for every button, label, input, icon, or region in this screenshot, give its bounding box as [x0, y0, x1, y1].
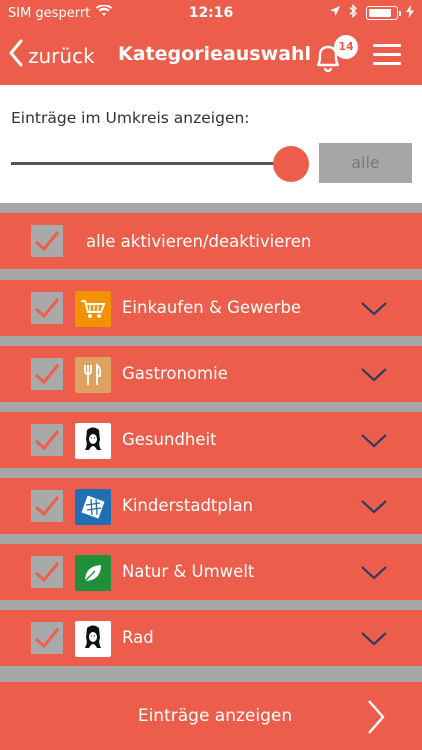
category-checkbox[interactable] [31, 292, 63, 324]
category-row[interactable]: Natur & Umwelt [0, 544, 422, 600]
category-row[interactable]: Gesundheit [0, 412, 422, 468]
chevron-down-icon[interactable] [360, 367, 388, 387]
chevron-down-icon[interactable] [360, 301, 388, 321]
checkmark-icon [35, 496, 60, 517]
city-map-icon [75, 489, 111, 525]
person-silhouette-icon [75, 621, 111, 657]
shopping-cart-icon [75, 291, 111, 327]
category-checkbox[interactable] [31, 424, 63, 456]
category-label: Einkaufen & Gewerbe [122, 298, 302, 317]
checkmark-icon [35, 430, 60, 451]
chevron-left-icon [8, 38, 24, 73]
hamburger-menu-icon[interactable] [373, 44, 401, 68]
notification-badge: 14 [334, 35, 358, 59]
show-entries-label: Einträge anzeigen [137, 706, 293, 726]
radius-label: Einträge im Umkreis anzeigen: [11, 109, 250, 127]
category-checkbox[interactable] [31, 358, 63, 390]
category-row[interactable]: Einkaufen & Gewerbe [0, 280, 422, 336]
person-silhouette-icon [75, 423, 111, 459]
category-checkbox[interactable] [31, 556, 63, 588]
checkmark-icon [35, 231, 60, 252]
battery-icon [366, 6, 401, 20]
radius-slider-track[interactable] [11, 162, 291, 165]
toggle-all-row[interactable]: alle aktivieren/deaktivieren [0, 213, 422, 269]
show-entries-button[interactable]: Einträge anzeigen [0, 682, 422, 750]
category-row[interactable]: Kinderstadtplan [0, 478, 422, 534]
checkmark-icon [35, 298, 60, 319]
category-checkbox[interactable] [31, 622, 63, 654]
category-label: Gastronomie [122, 364, 228, 383]
chevron-down-icon[interactable] [360, 631, 388, 651]
toggle-all-checkbox[interactable] [31, 225, 63, 257]
category-label: Natur & Umwelt [122, 562, 255, 581]
all-radius-button[interactable]: alle [319, 143, 412, 183]
back-button[interactable]: zurück [8, 38, 95, 73]
charging-bolt-icon [406, 4, 414, 22]
radius-slider-thumb[interactable] [273, 146, 309, 182]
location-arrow-icon [329, 5, 341, 21]
chevron-down-icon[interactable] [360, 499, 388, 519]
chevron-down-icon[interactable] [360, 565, 388, 585]
category-label: Rad [122, 628, 154, 647]
status-bar: SIM gesperrt 12:16 [0, 0, 422, 28]
category-row[interactable]: Rad [0, 610, 422, 666]
toggle-all-label: alle aktivieren/deaktivieren [86, 232, 312, 251]
category-label: Kinderstadtplan [122, 496, 254, 515]
fork-knife-icon [75, 357, 111, 393]
category-label: Gesundheit [122, 430, 217, 449]
leaf-icon [75, 555, 111, 591]
radius-filter-panel: Einträge im Umkreis anzeigen: alle [0, 85, 422, 203]
back-label: zurück [28, 43, 95, 68]
category-row[interactable]: Gastronomie [0, 346, 422, 402]
bluetooth-icon [349, 3, 358, 22]
navigation-bar: zurück Kategorieauswahl 14 [0, 28, 422, 85]
checkmark-icon [35, 628, 60, 649]
checkmark-icon [35, 562, 60, 583]
chevron-down-icon[interactable] [360, 433, 388, 453]
chevron-right-icon [366, 699, 386, 739]
checkmark-icon [35, 364, 60, 385]
page-title: Kategorieauswahl [118, 43, 312, 65]
category-checkbox[interactable] [31, 490, 63, 522]
bell-icon [313, 45, 343, 78]
